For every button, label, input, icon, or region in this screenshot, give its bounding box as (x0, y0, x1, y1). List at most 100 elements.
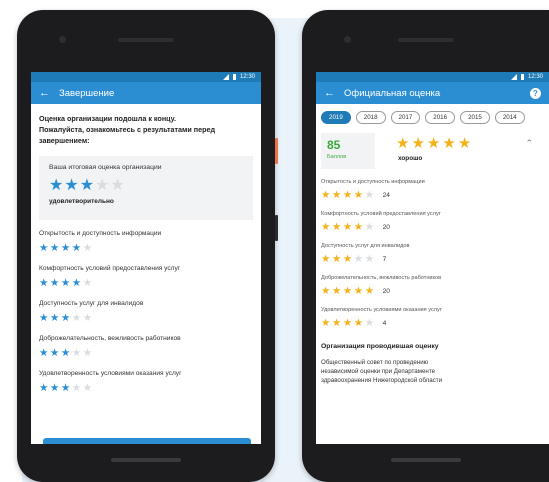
star-filled-icon: ★ (342, 189, 354, 201)
criterion-stars[interactable]: ★★★★★ (39, 346, 253, 360)
star-filled-icon: ★ (342, 317, 354, 329)
criterion-count: 20 (382, 223, 390, 231)
star-filled-icon: ★ (331, 317, 343, 329)
criterion-item: Доброжелательность, вежливость работнико… (39, 335, 253, 360)
criterion-count: 7 (382, 255, 387, 263)
star-empty-icon: ★ (82, 382, 94, 394)
star-filled-icon: ★ (64, 177, 80, 194)
star-empty-icon: ★ (364, 317, 376, 329)
criterion-stars: ★★★★★ (321, 221, 376, 233)
star-filled-icon: ★ (331, 221, 343, 233)
year-chip[interactable]: 2019 (321, 111, 351, 124)
help-circle-icon[interactable]: ? (530, 87, 541, 99)
star-filled-icon: ★ (60, 347, 72, 359)
star-filled-icon: ★ (353, 317, 365, 329)
score-value: 85 (327, 138, 341, 152)
final-rating-verdict: удовлетворительно (49, 198, 114, 205)
criterion-stars: ★★★★★ (321, 317, 376, 329)
official-criterion: Доброжелательность, вежливость работнико… (321, 275, 544, 297)
star-filled-icon: ★ (321, 253, 332, 265)
status-time: 12:30 (239, 74, 255, 80)
criterion-label: Доступность услуг для инвалидов (321, 243, 410, 249)
final-rating-card: Ваша итоговая оценка организации ★★★★★ у… (39, 156, 253, 220)
criterion-label: Открытость и доступность информации (39, 230, 162, 237)
criterion-label: Доброжелательность, вежливость работнико… (39, 335, 181, 342)
back-arrow-icon[interactable]: ← (39, 87, 59, 99)
star-filled-icon: ★ (331, 285, 343, 297)
official-criterion: Открытость и доступность информации ★★★★… (321, 179, 544, 201)
organization-line: независимой оценки при Департаменте (321, 368, 436, 375)
star-filled-icon: ★ (321, 221, 332, 233)
star-empty-icon: ★ (364, 221, 376, 233)
star-filled-icon: ★ (49, 177, 65, 194)
criterion-stars[interactable]: ★★★★★ (39, 381, 253, 395)
score-box: 85 Баллов (321, 133, 375, 169)
criterion-label: Удовлетворенность условиями оказания усл… (39, 370, 182, 377)
star-empty-icon: ★ (82, 312, 94, 324)
star-empty-icon: ★ (71, 312, 83, 324)
year-chip[interactable]: 2014 (494, 111, 525, 124)
star-empty-icon: ★ (364, 253, 376, 265)
star-filled-icon: ★ (411, 135, 427, 152)
star-empty-icon: ★ (95, 177, 111, 194)
criterion-item: Доступность услуг для инвалидов ★★★★★ (39, 300, 253, 325)
year-chip[interactable]: 2015 (460, 111, 490, 124)
criterion-label: Открытость и доступность информации (321, 179, 425, 185)
intro-line: Пожалуйста, ознакомьтесь с результатами … (39, 125, 216, 134)
criterion-stars[interactable]: ★★★★★ (39, 276, 253, 290)
signal-icon (222, 74, 229, 80)
phone-completion: 12:30 ← Завершение Оценка организации по… (17, 10, 278, 482)
year-chip[interactable]: 2018 (355, 111, 386, 124)
final-rating-stars: ★★★★★ (49, 178, 243, 194)
year-chip[interactable]: 2016 (425, 111, 456, 124)
official-criterion: Комфортность условий предоставления услу… (321, 211, 544, 233)
criterion-stars: ★★★★★ (321, 189, 376, 201)
star-filled-icon: ★ (71, 242, 83, 254)
volume-button (275, 215, 278, 241)
star-filled-icon: ★ (39, 347, 50, 359)
speaker-grille (397, 38, 454, 42)
power-button (275, 138, 278, 164)
star-empty-icon: ★ (110, 177, 126, 194)
score-stars: ★★★★★ (396, 136, 473, 151)
chevron-up-icon[interactable]: ⌃ (525, 138, 533, 149)
star-empty-icon: ★ (364, 189, 376, 201)
criterion-count: 24 (382, 191, 390, 199)
app-bar: ← Официальная оценка ? (316, 82, 549, 104)
status-time: 12:30 (527, 74, 543, 80)
star-filled-icon: ★ (39, 277, 50, 289)
criterion-count: 20 (382, 287, 390, 295)
app-bar: ← Завершение (31, 82, 261, 104)
year-chip[interactable]: 2017 (390, 111, 421, 124)
intro-text: Оценка организации подошла к концу. Пожа… (31, 104, 261, 146)
criterion-count: 4 (382, 319, 387, 327)
star-filled-icon: ★ (39, 382, 50, 394)
mockup-stage: 12:30 ← Завершение Оценка организации по… (0, 0, 549, 482)
score-verdict: хорошо (398, 155, 423, 162)
star-filled-icon: ★ (60, 382, 72, 394)
year-selector: 2019 2018 2017 2016 2015 2014 (316, 104, 549, 124)
star-filled-icon: ★ (49, 277, 61, 289)
battery-icon (232, 74, 236, 80)
star-filled-icon: ★ (364, 285, 376, 297)
star-filled-icon: ★ (426, 135, 443, 152)
status-bar: 12:30 (316, 72, 549, 82)
organization-line: здравоохранения Нижегородской области (321, 377, 443, 384)
star-filled-icon: ★ (321, 317, 332, 329)
submit-button[interactable] (43, 438, 251, 444)
star-filled-icon: ★ (49, 242, 61, 254)
star-filled-icon: ★ (60, 242, 72, 254)
organization-text: Общественный совет по проведению независ… (316, 358, 549, 385)
star-filled-icon: ★ (442, 135, 458, 152)
star-filled-icon: ★ (353, 189, 365, 201)
home-indicator (390, 458, 461, 462)
criterion-stars[interactable]: ★★★★★ (39, 311, 253, 325)
star-empty-icon: ★ (71, 347, 83, 359)
back-arrow-icon[interactable]: ← (324, 87, 344, 99)
star-filled-icon: ★ (39, 312, 50, 324)
criterion-stars[interactable]: ★★★★★ (39, 241, 253, 255)
star-empty-icon: ★ (82, 347, 94, 359)
criterion-label: Доброжелательность, вежливость работнико… (321, 275, 442, 281)
criteria-list: Открытость и доступность информации ★★★★… (31, 230, 261, 395)
criterion-stars: ★★★★★ (321, 253, 376, 265)
